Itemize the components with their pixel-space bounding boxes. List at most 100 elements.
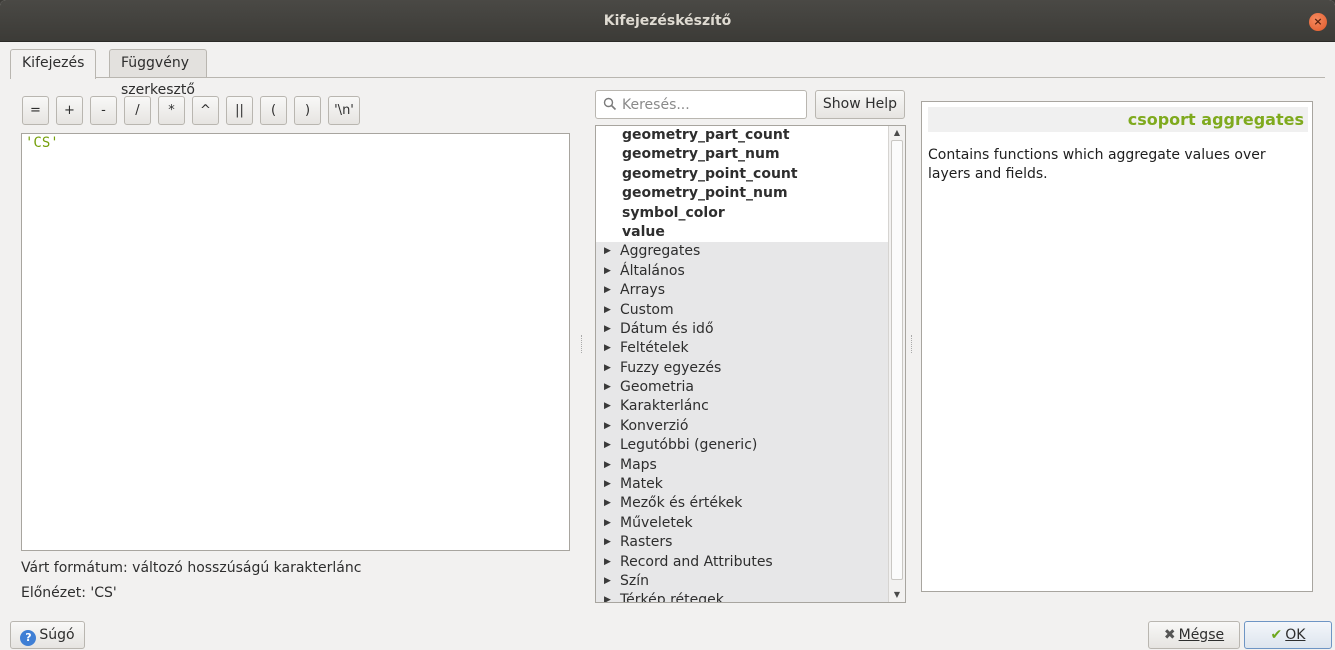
tree-group-item[interactable]: ▶ Konverzió <box>596 416 889 437</box>
tree-group-item[interactable]: ▶ Arrays <box>596 281 889 301</box>
expand-arrow-icon[interactable]: ▶ <box>604 417 611 436</box>
expand-arrow-icon[interactable]: ▶ <box>604 436 611 455</box>
scroll-up-icon[interactable]: ▲ <box>889 126 905 140</box>
tree-scrollbar[interactable]: ▲ ▼ <box>888 126 905 602</box>
cancel-button[interactable]: ✖ Mégse <box>1148 621 1240 649</box>
tree-group-label: Custom <box>620 301 674 318</box>
splitter-handle-right[interactable] <box>911 335 914 353</box>
expand-arrow-icon[interactable]: ▶ <box>604 553 611 572</box>
splitter-handle-left[interactable] <box>581 335 584 353</box>
tree-group-label: Feltételek <box>620 340 689 357</box>
tab-divider <box>10 77 1325 78</box>
close-button[interactable]: × <box>1309 13 1327 31</box>
function-tree: geometry_part_count geometry_part_num ge… <box>595 125 906 603</box>
expand-arrow-icon[interactable]: ▶ <box>604 281 611 300</box>
tree-group-item[interactable]: ▶ Aggregates <box>596 242 889 262</box>
search-input[interactable] <box>622 94 802 116</box>
expand-arrow-icon[interactable]: ▶ <box>604 456 611 475</box>
tree-item-field[interactable]: geometry_part_count <box>596 126 889 146</box>
preview-label: Előnézet: 'CS' <box>21 585 117 601</box>
operator-divide-button[interactable]: / <box>124 96 151 125</box>
tree-group-label: Rasters <box>620 534 673 551</box>
tab-function-editor[interactable]: Függvény szerkesztő <box>109 49 207 98</box>
help-button[interactable]: ? Súgó <box>10 621 85 649</box>
tree-group-item[interactable]: ▶ Mezők és értékek <box>596 494 889 514</box>
expand-arrow-icon[interactable]: ▶ <box>604 359 611 378</box>
tree-group-item[interactable]: ▶ Általános <box>596 261 889 282</box>
expand-arrow-icon[interactable]: ▶ <box>604 378 611 397</box>
tree-item-field[interactable]: symbol_color <box>596 203 889 223</box>
ok-button-label: OK <box>1285 627 1306 643</box>
tree-group-label: Matek <box>620 476 663 493</box>
operator-equals-button[interactable]: = <box>22 96 49 125</box>
window-title: Kifejezéskészítő <box>603 13 732 29</box>
expression-editor[interactable]: 'CS' <box>21 133 570 551</box>
tree-group-item[interactable]: ▶ Record and Attributes <box>596 552 889 572</box>
operator-multiply-button[interactable]: * <box>158 96 185 125</box>
tree-group-item[interactable]: ▶ Maps <box>596 455 889 476</box>
operator-minus-button[interactable]: - <box>90 96 117 125</box>
expression-code: 'CS' <box>25 135 59 151</box>
operator-newline-button[interactable]: '\n' <box>328 96 360 125</box>
tree-group-item[interactable]: ▶ Térkép rétegek <box>596 591 889 603</box>
cancel-button-label: Mégse <box>1178 627 1225 643</box>
tree-group-label: Szín <box>620 572 649 589</box>
tree-group-item[interactable]: ▶ Dátum és idő <box>596 319 889 340</box>
expand-arrow-icon[interactable]: ▶ <box>604 397 611 416</box>
show-help-button[interactable]: Show Help <box>815 90 905 119</box>
tree-group-item[interactable]: ▶ Feltételek <box>596 339 889 359</box>
operator-power-button[interactable]: ^ <box>192 96 219 125</box>
expand-arrow-icon[interactable]: ▶ <box>604 339 611 358</box>
expand-arrow-icon[interactable]: ▶ <box>604 301 611 320</box>
tree-group-label: Aggregates <box>620 243 701 260</box>
expand-arrow-icon[interactable]: ▶ <box>604 591 611 602</box>
expand-arrow-icon[interactable]: ▶ <box>604 320 611 339</box>
tree-group-item[interactable]: ▶ Geometria <box>596 378 889 398</box>
tree-group-item[interactable]: ▶ Szín <box>596 571 889 592</box>
scroll-down-icon[interactable]: ▼ <box>889 588 905 602</box>
tree-group-item[interactable]: ▶ Karakterlánc <box>596 397 889 417</box>
expand-arrow-icon[interactable]: ▶ <box>604 242 611 261</box>
tree-group-item[interactable]: ▶ Matek <box>596 475 889 495</box>
tree-item-field[interactable]: geometry_part_num <box>596 145 889 165</box>
expand-arrow-icon[interactable]: ▶ <box>604 262 611 281</box>
tree-group-label: Maps <box>620 456 657 473</box>
expand-arrow-icon[interactable]: ▶ <box>604 494 611 513</box>
expand-arrow-icon[interactable]: ▶ <box>604 514 611 533</box>
operator-open-paren-button[interactable]: ( <box>260 96 287 125</box>
tree-group-label: Konverzió <box>620 417 689 434</box>
scrollbar-thumb[interactable] <box>891 140 903 580</box>
help-panel: csoport aggregates Contains functions wh… <box>921 101 1313 592</box>
search-icon <box>603 97 617 111</box>
expression-builder-dialog: Kifejezéskészítő × Kifejezés Függvény sz… <box>0 0 1335 650</box>
tree-item-field[interactable]: geometry_point_count <box>596 164 889 185</box>
tree-group-item[interactable]: ▶ Műveletek <box>596 513 889 534</box>
help-text: Contains functions which aggregate value… <box>928 147 1266 182</box>
tree-group-item[interactable]: ▶ Custom <box>596 300 889 320</box>
help-heading: csoport aggregates <box>928 107 1308 132</box>
operator-plus-button[interactable]: + <box>56 96 83 125</box>
tree-group-label: Geometria <box>620 379 694 396</box>
expand-arrow-icon[interactable]: ▶ <box>604 475 611 494</box>
tab-expression[interactable]: Kifejezés <box>10 49 97 79</box>
tree-item-field[interactable]: geometry_point_num <box>596 184 889 204</box>
tree-group-label: Mezők és értékek <box>620 495 743 512</box>
ok-button[interactable]: ✔ OK <box>1244 621 1332 649</box>
function-tree-rows: geometry_part_count geometry_part_num ge… <box>596 126 889 603</box>
expand-arrow-icon[interactable]: ▶ <box>604 572 611 591</box>
tree-group-item[interactable]: ▶ Rasters <box>596 533 889 553</box>
help-button-label: Súgó <box>39 627 75 643</box>
expand-arrow-icon[interactable]: ▶ <box>604 533 611 552</box>
operator-concat-button[interactable]: || <box>226 96 253 125</box>
tree-item-field[interactable]: value <box>596 222 889 243</box>
operator-close-paren-button[interactable]: ) <box>294 96 321 125</box>
checkmark-icon: ✔ <box>1270 627 1283 643</box>
tree-group-item[interactable]: ▶ Legutóbbi (generic) <box>596 436 889 456</box>
tree-group-label: Műveletek <box>620 514 693 531</box>
title-bar: Kifejezéskészítő × <box>0 0 1335 42</box>
tree-group-label: Legutóbbi (generic) <box>620 437 758 454</box>
tree-group-label: Record and Attributes <box>620 553 773 570</box>
tree-group-item[interactable]: ▶ Fuzzy egyezés <box>596 358 889 379</box>
tree-group-label: Térkép rétegek <box>620 592 724 603</box>
close-icon: × <box>1313 15 1323 28</box>
